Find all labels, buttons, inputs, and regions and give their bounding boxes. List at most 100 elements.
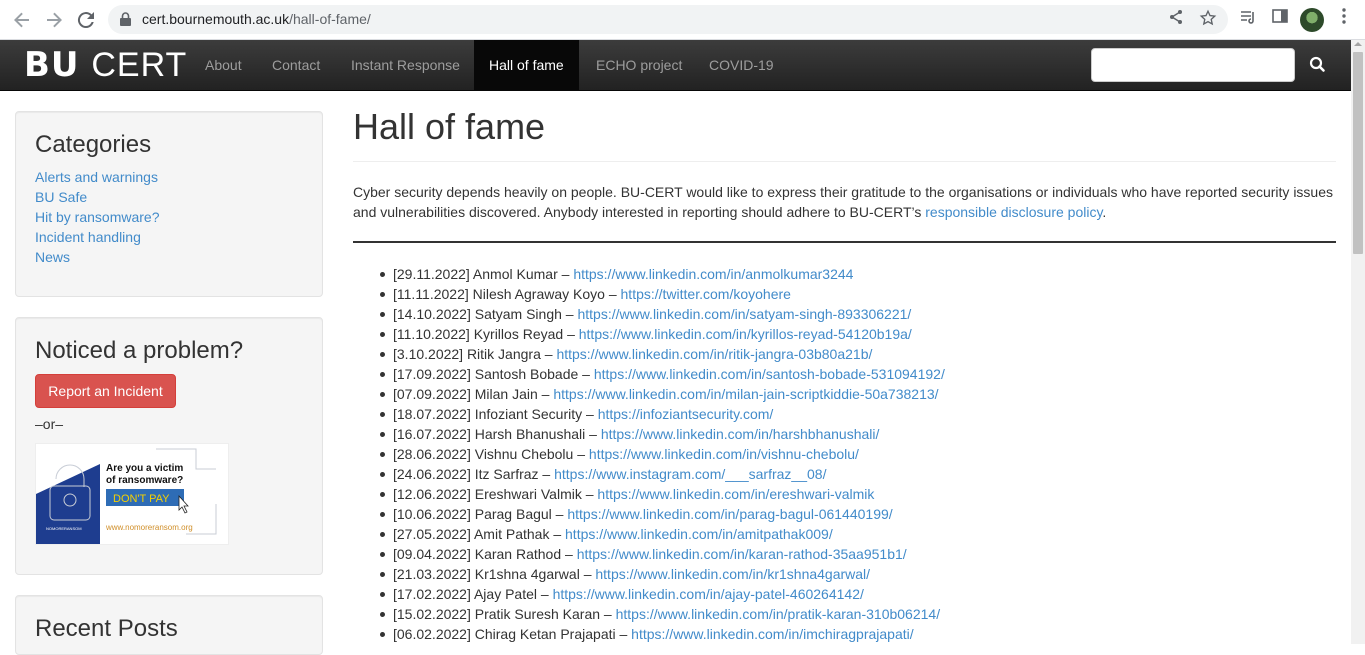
page-scrollbar[interactable] (1351, 40, 1365, 644)
entry-link[interactable]: https://www.instagram.com/___sarfraz__08… (554, 466, 826, 482)
site-search-input[interactable] (1091, 48, 1295, 82)
banner-line1: Are you a victim (106, 463, 183, 474)
entry-link[interactable]: https://twitter.com/koyohere (621, 286, 791, 302)
list-item: [11.11.2022] Nilesh Agraway Koyo – https… (353, 284, 1336, 304)
report-incident-button[interactable]: Report an Incident (35, 374, 176, 408)
nav-covid-19[interactable]: COVID-19 (694, 40, 789, 90)
entry-link[interactable]: https://www.linkedin.com/in/kyrillos-rey… (579, 326, 912, 342)
entry-text: [14.10.2022] Satyam Singh – (393, 306, 578, 322)
recent-posts-panel: Recent Posts (15, 595, 323, 655)
entry-link[interactable]: https://www.linkedin.com/in/milan-jain-s… (553, 386, 938, 402)
reload-icon[interactable] (74, 8, 98, 32)
nav-echo-project[interactable]: ECHO project (581, 40, 697, 90)
list-item: [18.07.2022] Infoziant Security – https:… (353, 404, 1336, 424)
entry-link[interactable]: https://www.linkedin.com/in/parag-bagul-… (567, 506, 892, 522)
entry-link[interactable]: https://www.linkedin.com/in/vishnu-chebo… (589, 446, 859, 462)
list-item: [15.02.2022] Pratik Suresh Karan – https… (353, 604, 1336, 624)
menu-dots-icon[interactable] (1332, 8, 1356, 32)
entry-text: [11.11.2022] Nilesh Agraway Koyo – (393, 286, 621, 302)
share-icon[interactable] (1165, 9, 1187, 31)
intro-end: . (1102, 204, 1107, 220)
list-item: [11.10.2022] Kyrillos Reyad – https://ww… (353, 324, 1336, 344)
entry-text: [10.06.2022] Parag Bagul – (393, 506, 568, 522)
list-item: [10.06.2022] Parag Bagul – https://www.l… (353, 504, 1336, 524)
entry-text: [27.05.2022] Amit Pathak – (393, 526, 566, 542)
disclosure-policy-link[interactable]: responsible disclosure policy (925, 204, 1102, 220)
categories-title: Categories (35, 131, 152, 158)
nav-hall-of-fame[interactable]: Hall of fame (474, 40, 579, 90)
banner-dont-pay: DON'T PAY (113, 493, 170, 505)
list-item: [12.06.2022] Ereshwari Valmik – https://… (353, 484, 1336, 504)
entry-text: [21.03.2022] Kr1shna 4garwal – (393, 566, 596, 582)
category-incident-handling[interactable]: Incident handling (35, 229, 141, 245)
entry-text: [07.09.2022] Milan Jain – (393, 386, 554, 402)
entry-link[interactable]: https://infoziantsecurity.com/ (598, 406, 774, 422)
entry-link[interactable]: https://www.linkedin.com/in/kr1shna4garw… (595, 566, 870, 582)
entry-text: [28.06.2022] Vishnu Chebolu – (393, 446, 589, 462)
recent-posts-title: Recent Posts (35, 615, 178, 642)
category-news[interactable]: News (35, 249, 70, 265)
back-icon[interactable] (10, 8, 34, 32)
lock-icon (120, 12, 131, 26)
list-item: [06.02.2022] Chirag Ketan Prajapati – ht… (353, 624, 1336, 644)
list-item: [27.05.2022] Amit Pathak – https://www.l… (353, 524, 1336, 544)
section-divider (353, 241, 1336, 243)
banner-brand: NOMORERANSOM (46, 526, 82, 531)
list-item: [09.04.2022] Karan Rathod – https://www.… (353, 544, 1336, 564)
side-panel-icon[interactable] (1268, 8, 1292, 32)
category-bu-safe[interactable]: BU Safe (35, 189, 87, 205)
list-item: [14.10.2022] Satyam Singh – https://www.… (353, 304, 1336, 324)
scroll-up-icon[interactable] (1354, 40, 1362, 48)
list-item: [17.09.2022] Santosh Bobade – https://ww… (353, 364, 1336, 384)
hall-of-fame-list: [29.11.2022] Anmol Kumar – https://www.l… (353, 264, 1336, 644)
forward-icon[interactable] (42, 8, 66, 32)
ransom-banner-graphic: Are you a victim of ransomware? DON'T PA… (36, 444, 228, 544)
entry-link[interactable]: https://www.linkedin.com/in/karan-rathod… (577, 546, 907, 562)
nav-instant-response[interactable]: Instant Response (336, 40, 475, 90)
entry-link[interactable]: https://www.linkedin.com/in/satyam-singh… (577, 306, 911, 322)
no-more-ransom-banner[interactable]: Are you a victim of ransomware? DON'T PA… (35, 443, 229, 545)
list-item: [29.11.2022] Anmol Kumar – https://www.l… (353, 264, 1336, 284)
search-icon[interactable] (1302, 50, 1332, 80)
list-item: [07.09.2022] Milan Jain – https://www.li… (353, 384, 1336, 404)
site-logo[interactable]: BU CERT (24, 45, 187, 85)
address-bar[interactable]: cert.bournemouth.ac.uk/hall-of-fame/ (108, 5, 1228, 34)
entry-text: [12.06.2022] Ereshwari Valmik – (393, 486, 598, 502)
category-alerts-and-warnings[interactable]: Alerts and warnings (35, 169, 158, 185)
or-separator: –or– (35, 416, 64, 432)
problem-title: Noticed a problem? (35, 337, 244, 364)
entry-link[interactable]: https://www.linkedin.com/in/harshbhanush… (601, 426, 880, 442)
list-item: [17.02.2022] Ajay Patel – https://www.li… (353, 584, 1336, 604)
entry-link[interactable]: https://www.linkedin.com/in/ajay-patel-4… (553, 586, 864, 602)
banner-site: www.nomoreransom.org (105, 523, 193, 532)
intro-paragraph: Cyber security depends heavily on people… (353, 182, 1336, 222)
list-item: [24.06.2022] Itz Sarfraz – https://www.i… (353, 464, 1336, 484)
entry-text: [11.10.2022] Kyrillos Reyad – (393, 326, 579, 342)
scroll-thumb[interactable] (1353, 52, 1363, 254)
bookmark-star-icon[interactable] (1197, 9, 1219, 31)
list-item: [21.03.2022] Kr1shna 4garwal – https://w… (353, 564, 1336, 584)
entry-text: [16.07.2022] Harsh Bhanushali – (393, 426, 601, 442)
entry-link[interactable]: https://www.linkedin.com/in/santosh-boba… (594, 366, 945, 382)
nav-about[interactable]: About (190, 40, 257, 90)
entry-link[interactable]: https://www.linkedin.com/in/anmolkumar32… (573, 266, 853, 282)
entry-link[interactable]: https://www.linkedin.com/in/imchiragpraj… (631, 626, 913, 642)
entry-link[interactable]: https://www.linkedin.com/in/amitpathak00… (565, 526, 833, 542)
entry-text: [15.02.2022] Pratik Suresh Karan – (393, 606, 616, 622)
nav-contact[interactable]: Contact (257, 40, 335, 90)
list-item: [28.06.2022] Vishnu Chebolu – https://ww… (353, 444, 1336, 464)
entry-link[interactable]: https://www.linkedin.com/in/ritik-jangra… (556, 346, 872, 362)
entry-text: [3.10.2022] Ritik Jangra – (393, 346, 557, 362)
entry-link[interactable]: https://www.linkedin.com/in/ereshwari-va… (597, 486, 874, 502)
entry-link[interactable]: https://www.linkedin.com/in/pratik-karan… (616, 606, 941, 622)
url-text: cert.bournemouth.ac.uk/hall-of-fame/ (142, 11, 371, 27)
intro-text: Cyber security depends heavily on people… (353, 184, 1333, 220)
list-item: [16.07.2022] Harsh Bhanushali – https://… (353, 424, 1336, 444)
reading-list-icon[interactable] (1236, 8, 1260, 32)
entry-text: [17.09.2022] Santosh Bobade – (393, 366, 594, 382)
browser-toolbar: cert.bournemouth.ac.uk/hall-of-fame/ (0, 0, 1365, 40)
page-title: Hall of fame (353, 106, 546, 147)
title-divider (353, 161, 1336, 162)
profile-avatar[interactable] (1300, 8, 1324, 32)
category-hit-by-ransomware[interactable]: Hit by ransomware? (35, 209, 160, 225)
